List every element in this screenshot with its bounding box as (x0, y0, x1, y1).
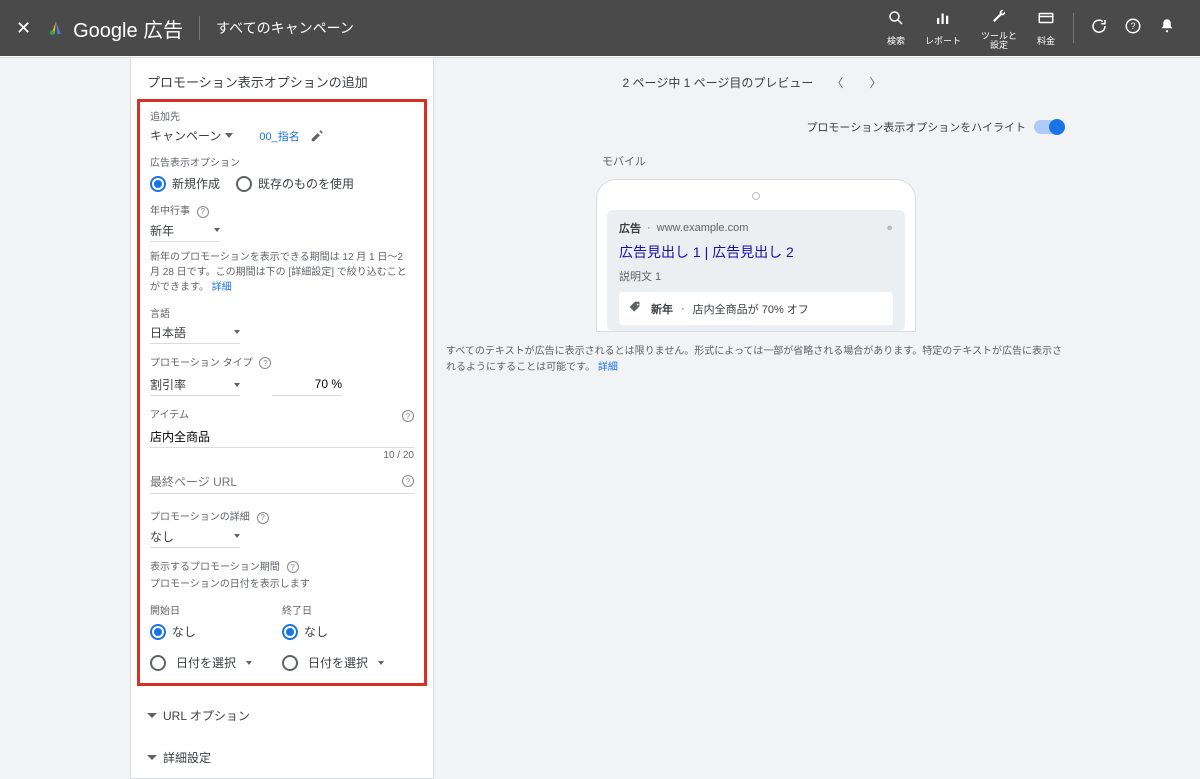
radio-new[interactable]: 新規作成 (150, 175, 220, 192)
chevron-down-icon (147, 713, 157, 718)
lang-dropdown[interactable]: 日本語 (150, 324, 240, 344)
occasion-note-link[interactable]: 詳細 (212, 282, 232, 293)
help-icon[interactable]: ? (1124, 17, 1142, 40)
ad-title: 広告見出し 1 | 広告見出し 2 (619, 242, 893, 262)
chevron-down-icon (225, 133, 233, 138)
discount-value-input[interactable] (272, 373, 342, 396)
promo-tag-name: 新年 (651, 301, 673, 317)
item-label: アイテム (150, 406, 414, 421)
prev-page-btn[interactable]: 〈 (823, 70, 851, 95)
refresh-icon[interactable] (1090, 17, 1108, 40)
tools-tool[interactable]: ツールと 設定 (981, 7, 1017, 50)
promo-tag-text: 店内全商品が 70% オフ (693, 301, 809, 317)
radio-off-icon (282, 655, 298, 671)
ad-url: www.example.com (657, 222, 749, 234)
chevron-down-icon (246, 661, 252, 665)
campaign-breadcrumb[interactable]: すべてのキャンペーン (216, 18, 354, 38)
promo-period-label: 表示するプロモーション期間 ? (150, 558, 414, 574)
bar-chart-icon (934, 9, 952, 32)
ad-description: 説明文 1 (619, 268, 893, 284)
close-icon[interactable]: ✕ (16, 18, 31, 39)
final-url-input[interactable] (150, 471, 414, 494)
preview-panel: 2 ページ中 1 ページ目のプレビュー 〈 〉 プロモーション表示オプションをハ… (442, 58, 1200, 779)
item-counter: 10 / 20 (150, 450, 414, 461)
ad-preview-card: 広告 · www.example.com ● 広告見出し 1 | 広告見出し 2… (607, 210, 905, 331)
logo: Google 広告 (47, 14, 183, 43)
radio-existing[interactable]: 既存のものを使用 (236, 175, 354, 192)
promo-type-dropdown[interactable]: 割引率 (150, 376, 240, 396)
card-icon (1037, 9, 1055, 32)
add-to-dropdown[interactable]: キャンペーン (150, 127, 233, 144)
billing-tool[interactable]: 料金 (1037, 9, 1055, 47)
tag-icon (629, 300, 643, 317)
item-input[interactable] (150, 425, 414, 448)
info-icon[interactable]: ? (287, 561, 299, 573)
pager-text: 2 ページ中 1 ページ目のプレビュー (623, 74, 814, 91)
occasion-note: 新年のプロモーションを表示できる期間は 12 月 1 日～2 月 28 日です。… (150, 250, 414, 295)
chevron-down-icon (378, 661, 384, 665)
occasion-label: 年中行事 ? (150, 202, 414, 218)
info-icon[interactable]: ? (402, 475, 414, 487)
radio-on-icon (282, 624, 298, 640)
disclaimer-link[interactable]: 詳細 (598, 362, 618, 373)
promo-tag: 新年 · 店内全商品が 70% オフ (619, 292, 893, 325)
radio-on-icon (150, 176, 166, 192)
radio-off-icon (236, 176, 252, 192)
promo-detail-label: プロモーションの詳細 ? (150, 508, 414, 524)
google-ads-logo-icon (47, 19, 65, 37)
info-icon[interactable]: ? (259, 357, 271, 369)
chevron-down-icon (234, 383, 240, 387)
info-dot-icon: ● (886, 222, 893, 234)
chevron-down-icon (234, 330, 240, 334)
promo-type-label: プロモーション タイプ ? (150, 354, 414, 370)
highlighted-form-area: 追加先 キャンペーン 00_指名 広告表示オプション 新規作成 (137, 99, 427, 686)
advanced-settings-expand[interactable]: 詳細設定 (131, 736, 433, 778)
promo-detail-dropdown[interactable]: なし (150, 528, 240, 548)
radio-off-icon (150, 655, 166, 671)
phone-mockup: 広告 · www.example.com ● 広告見出し 1 | 広告見出し 2… (596, 179, 916, 332)
divider (1073, 13, 1074, 43)
end-none-radio[interactable]: なし (282, 623, 384, 640)
ad-badge: 広告 (619, 220, 641, 236)
chevron-down-icon (234, 534, 240, 538)
campaign-tag[interactable]: 00_指名 (259, 128, 299, 144)
info-icon[interactable]: ? (257, 512, 269, 524)
wrench-icon (990, 7, 1008, 30)
url-options-expand[interactable]: URL オプション (131, 694, 433, 736)
occasion-dropdown[interactable]: 新年 (150, 222, 220, 242)
report-tool[interactable]: レポート (925, 9, 961, 47)
next-page-btn[interactable]: 〉 (861, 70, 889, 95)
add-to-label: 追加先 (150, 108, 414, 123)
bell-icon[interactable] (1158, 17, 1176, 40)
search-icon (887, 9, 905, 32)
end-date-label: 終了日 (282, 602, 384, 617)
highlight-toggle-label: プロモーション表示オプションをハイライト (806, 119, 1026, 135)
start-none-radio[interactable]: なし (150, 623, 252, 640)
svg-text:?: ? (1130, 21, 1135, 31)
chevron-down-icon (147, 755, 157, 760)
start-date-label: 開始日 (150, 602, 252, 617)
period-note: プロモーションの日付を表示します (150, 577, 414, 592)
highlight-toggle[interactable] (1034, 120, 1064, 134)
radio-on-icon (150, 624, 166, 640)
device-label: モバイル (602, 153, 1070, 169)
search-tool[interactable]: 検索 (887, 9, 905, 47)
start-select-date-radio[interactable]: 日付を選択 (150, 654, 252, 671)
extension-option-label: 広告表示オプション (150, 154, 414, 169)
left-panel: プロモーション表示オプションの追加 追加先 キャンペーン 00_指名 広告表示オ… (130, 58, 434, 779)
divider (199, 16, 200, 40)
end-select-date-radio[interactable]: 日付を選択 (282, 654, 384, 671)
lang-label: 言語 (150, 305, 414, 320)
info-icon[interactable]: ? (197, 206, 209, 218)
info-icon[interactable]: ? (402, 410, 414, 422)
panel-title: プロモーション表示オプションの追加 (131, 58, 433, 99)
logo-text: Google 広告 (73, 14, 183, 43)
chevron-down-icon (214, 228, 220, 232)
pencil-icon[interactable] (310, 128, 324, 143)
camera-icon (752, 192, 760, 200)
disclaimer: すべてのテキストが広告に表示されるとは限りません。形式によっては一部が省略される… (442, 344, 1070, 376)
